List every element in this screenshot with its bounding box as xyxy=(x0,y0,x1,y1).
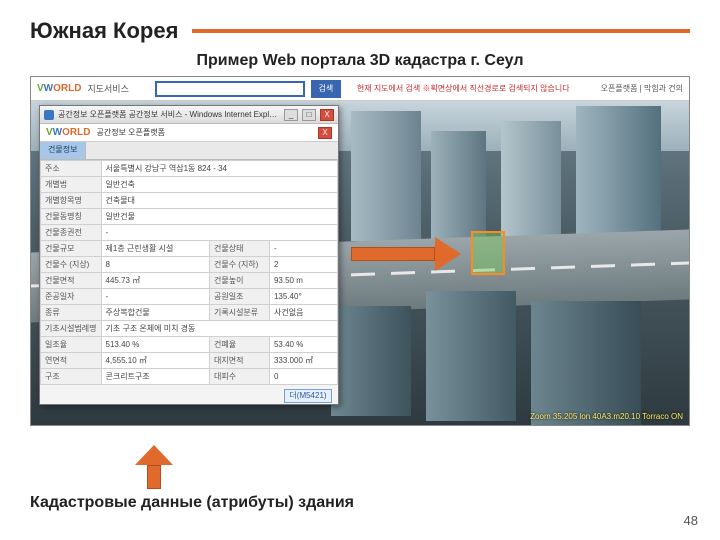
table-row: 개별항목명건축물대 xyxy=(41,193,338,209)
attr-value: 기초 구조 온체에 미치 경동 xyxy=(101,321,337,337)
building-shape xyxy=(431,131,486,241)
popup-tabstrip: 건물정보 xyxy=(40,142,338,160)
maximize-button[interactable]: □ xyxy=(302,109,316,121)
search-button[interactable]: 검색 xyxy=(311,80,341,98)
attr-key: 건물수 (지상) xyxy=(41,257,102,273)
selected-building-highlight[interactable] xyxy=(471,231,505,275)
attr-value: 93.50 m xyxy=(269,273,337,289)
attr-key: 대피수 xyxy=(209,369,269,385)
table-row: 건물수 (지상)8건물수 (지하)2 xyxy=(41,257,338,273)
table-row: 건물동명칭일반건물 xyxy=(41,209,338,225)
attr-key: 개별법 xyxy=(41,177,102,193)
attr-value: - xyxy=(101,289,209,305)
attr-key: 기초시설범례명 xyxy=(41,321,102,337)
attr-value: 445.73 ㎡ xyxy=(101,273,209,289)
attr-key: 공원일조 xyxy=(209,289,269,305)
attr-value: 2 xyxy=(269,257,337,273)
minimize-button[interactable]: _ xyxy=(284,109,298,121)
arrow-to-attributes xyxy=(140,445,168,489)
attr-value: 서울특별시 강남구 역삼1동 824 - 34 xyxy=(101,161,337,177)
attr-key: 종류 xyxy=(41,305,102,321)
attr-value: 건축물대 xyxy=(101,193,337,209)
table-row: 주소서울특별시 강남구 역삼1동 824 - 34 xyxy=(41,161,338,177)
table-row: 구조콘크리트구조대피수0 xyxy=(41,369,338,385)
table-row: 준공일자-공원일조135.40° xyxy=(41,289,338,305)
attr-value: 사건없음 xyxy=(269,305,337,321)
table-row: 기초시설범례명기초 구조 온체에 미치 경동 xyxy=(41,321,338,337)
attr-key: 주소 xyxy=(41,161,102,177)
attr-key: 건물높이 xyxy=(209,273,269,289)
building-shape xyxy=(531,301,641,426)
table-row: 일조율513.40 %건폐율53.40 % xyxy=(41,337,338,353)
portal-screenshot: VWORLD 지도서비스 검색 현재 지도에서 검색 ※획면상에서 직선경로로 … xyxy=(30,76,690,426)
building-shape xyxy=(501,121,561,241)
attr-key: 개별항목명 xyxy=(41,193,102,209)
building-shape xyxy=(351,111,421,241)
attr-key: 건물수 (지하) xyxy=(209,257,269,273)
attr-value: 일반건물 xyxy=(101,209,337,225)
attr-key: 건물상태 xyxy=(209,241,269,257)
attr-value: 제1층 근린생활 시설 xyxy=(101,241,209,257)
attr-value: - xyxy=(269,241,337,257)
inner-logo-sub: 공간정보 오픈플랫폼 xyxy=(96,127,164,138)
header-right-links[interactable]: 오픈플랫폼 | 막힘과 건의 xyxy=(601,83,683,94)
attr-key: 연면적 xyxy=(41,353,102,369)
slide-title: Южная Корея xyxy=(30,18,178,44)
coords-readout: Zoom 35.205 lon 40A3.m20.10 Torraco ON xyxy=(530,412,683,421)
ie-icon xyxy=(44,110,54,120)
attr-key: 대지면적 xyxy=(209,353,269,369)
vworld-logo: VWORLD xyxy=(37,83,81,94)
attributes-popup-window: 공간정보 오픈플랫폼 공간정보 서비스 - Windows Internet E… xyxy=(39,105,339,405)
logo-subtext: 지도서비스 xyxy=(87,82,128,95)
attr-key: 구조 xyxy=(41,369,102,385)
attr-value: - xyxy=(101,225,337,241)
attr-value: 일반건축 xyxy=(101,177,337,193)
attr-value: 4,555.10 ㎡ xyxy=(101,353,209,369)
header-warning: 현재 지도에서 검색 ※획면상에서 직선경로로 검색되지 않습니다 xyxy=(357,83,570,94)
attr-key: 건물규모 xyxy=(41,241,102,257)
building-shape xyxy=(331,306,411,416)
attr-value: 8 xyxy=(101,257,209,273)
table-row: 건물종권전- xyxy=(41,225,338,241)
table-row: 종류주상복합건물기록시설분류사건없음 xyxy=(41,305,338,321)
attr-key: 건물종권전 xyxy=(41,225,102,241)
attr-key: 건물동명칭 xyxy=(41,209,102,225)
attr-key: 일조율 xyxy=(41,337,102,353)
attr-value: 주상복합건물 xyxy=(101,305,209,321)
attr-key: 건폐율 xyxy=(209,337,269,353)
attr-value: 콘크리트구조 xyxy=(101,369,209,385)
caption: Кадастровые данные (атрибуты) здания xyxy=(30,494,354,512)
table-row: 건물면적445.73 ㎡건물높이93.50 m xyxy=(41,273,338,289)
building-shape xyxy=(426,291,516,421)
close-button[interactable]: X xyxy=(320,109,334,121)
attr-value: 513.40 % xyxy=(101,337,209,353)
attribute-table: 주소서울특별시 강남구 역삼1동 824 - 34개별법일반건축개별항목명건축물… xyxy=(40,160,338,385)
table-row: 개별법일반건축 xyxy=(41,177,338,193)
window-titlebar[interactable]: 공간정보 오픈플랫폼 공간정보 서비스 - Windows Internet E… xyxy=(40,106,338,124)
attr-key: 건물면적 xyxy=(41,273,102,289)
search-input[interactable] xyxy=(155,81,305,97)
attr-value: 135.40° xyxy=(269,289,337,305)
page-number: 48 xyxy=(684,513,698,528)
table-row: 연면적4,555.10 ㎡대지면적333.000 ㎡ xyxy=(41,353,338,369)
slide-title-row: Южная Корея xyxy=(30,18,690,44)
more-button[interactable]: 더(M5421) xyxy=(284,389,332,403)
attr-value: 0 xyxy=(269,369,337,385)
attr-key: 준공일자 xyxy=(41,289,102,305)
popup-inner-header: VWORLD 공간정보 오픈플랫폼 X xyxy=(40,124,338,142)
arrow-to-map xyxy=(351,241,461,267)
inner-close-button[interactable]: X xyxy=(318,127,332,139)
table-row: 건물규모제1층 근린생활 시설건물상태- xyxy=(41,241,338,257)
attr-key: 기록시설분류 xyxy=(209,305,269,321)
building-shape xyxy=(576,106,661,246)
attr-value: 333.000 ㎡ xyxy=(269,353,337,369)
portal-header: VWORLD 지도서비스 검색 현재 지도에서 검색 ※획면상에서 직선경로로 … xyxy=(31,77,689,101)
slide-subtitle: Пример Web портала 3D кадастра г. Сеул xyxy=(30,52,690,70)
tab-building-info[interactable]: 건물정보 xyxy=(40,142,86,159)
title-rule xyxy=(192,29,690,33)
window-title: 공간정보 오픈플랫폼 공간정보 서비스 - Windows Internet E… xyxy=(58,109,280,120)
vworld-logo-small: VWORLD xyxy=(46,127,90,138)
attr-value: 53.40 % xyxy=(269,337,337,353)
